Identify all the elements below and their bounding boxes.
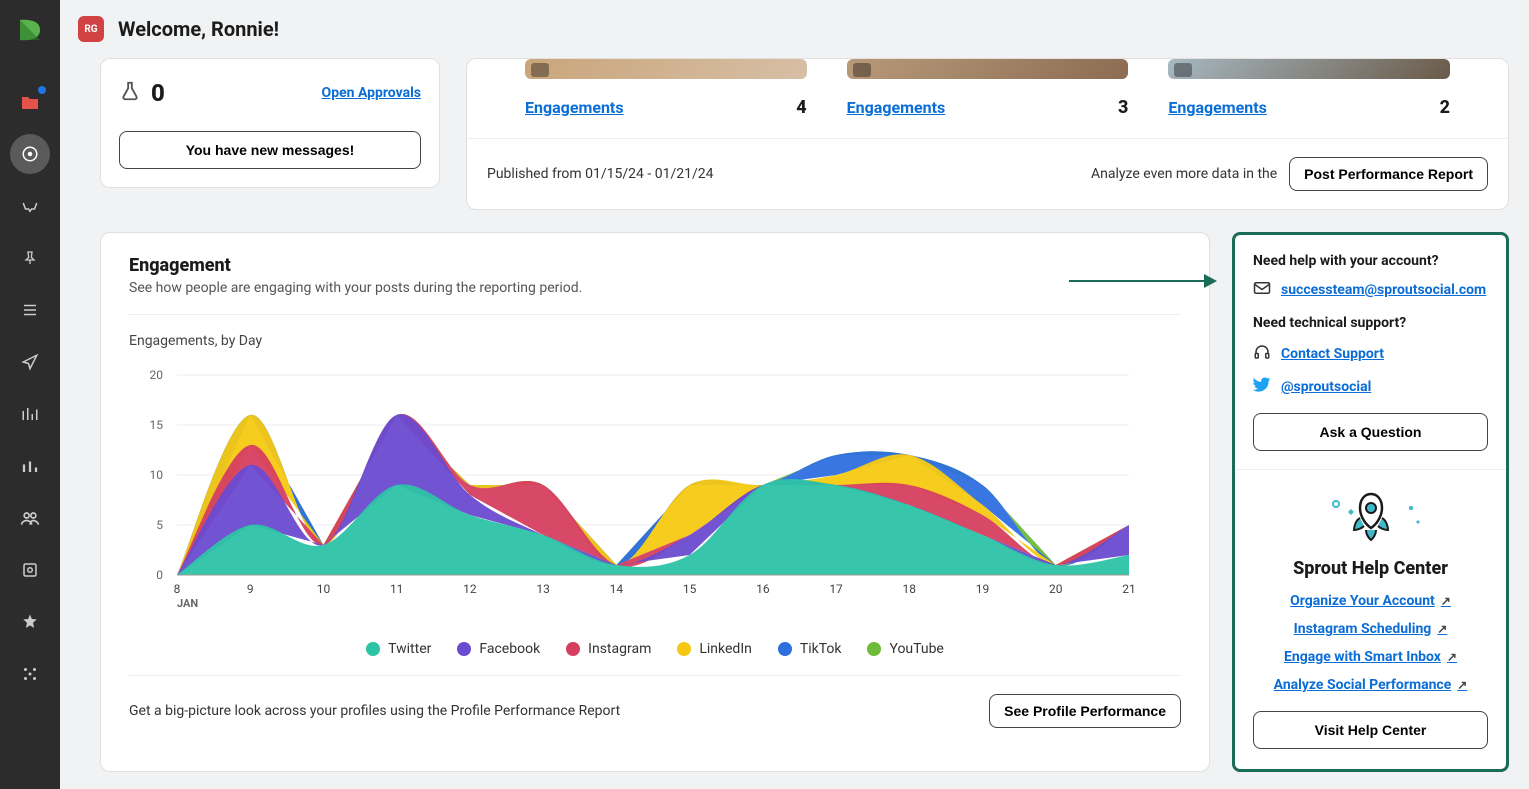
image-icon	[531, 63, 549, 77]
contact-support-link[interactable]: Contact Support	[1281, 346, 1384, 362]
headset-icon	[1253, 343, 1271, 365]
svg-text:10: 10	[150, 468, 164, 482]
header: RG Welcome, Ronnie!	[60, 0, 1529, 58]
svg-text:16: 16	[756, 582, 770, 596]
legend-item[interactable]: Facebook	[457, 641, 540, 657]
svg-text:20: 20	[1049, 582, 1063, 596]
svg-text:JAN: JAN	[177, 597, 198, 610]
nav-analytics[interactable]	[10, 394, 50, 434]
help-heading: Need help with your account?	[1253, 253, 1488, 269]
nav-inbox[interactable]	[10, 186, 50, 226]
svg-text:11: 11	[390, 582, 404, 596]
ask-question-button[interactable]: Ask a Question	[1253, 413, 1488, 451]
svg-text:20: 20	[150, 368, 164, 382]
published-range: Published from 01/15/24 - 01/21/24	[487, 166, 714, 182]
image-icon	[1174, 63, 1192, 77]
welcome-title: Welcome, Ronnie!	[118, 17, 279, 41]
flask-icon	[119, 80, 141, 107]
legend-item[interactable]: Instagram	[566, 641, 651, 657]
svg-text:13: 13	[536, 582, 550, 596]
nav-notifications[interactable]	[10, 82, 50, 122]
posts-card: Engagements 4 Engagements 3 Engagements	[466, 58, 1509, 210]
post-item: Engagements 3	[847, 59, 1129, 118]
see-profile-performance-button[interactable]: See Profile Performance	[989, 694, 1181, 728]
svg-text:10: 10	[317, 582, 331, 596]
nav-compose[interactable]	[10, 134, 50, 174]
nav-publishing[interactable]	[10, 342, 50, 382]
nav-people[interactable]	[10, 498, 50, 538]
help-center-link[interactable]: Engage with Smart Inbox↗	[1284, 649, 1457, 665]
analyze-text: Analyze even more data in the	[1091, 166, 1277, 182]
engagements-link[interactable]: Engagements	[525, 98, 624, 117]
sidebar	[0, 0, 60, 789]
help-center-link[interactable]: Instagram Scheduling↗	[1294, 621, 1448, 637]
nav-reports[interactable]	[10, 446, 50, 486]
engagement-title: Engagement	[129, 255, 1181, 276]
svg-text:15: 15	[683, 582, 697, 596]
post-thumbnail[interactable]	[1168, 59, 1450, 79]
svg-text:19: 19	[976, 582, 990, 596]
visit-help-center-button[interactable]: Visit Help Center	[1253, 711, 1488, 749]
help-center-link[interactable]: Organize Your Account↗	[1290, 593, 1451, 609]
approvals-card: 0 Open Approvals You have new messages!	[100, 58, 440, 188]
legend-item[interactable]: YouTube	[867, 641, 943, 657]
legend-item[interactable]: Twitter	[366, 641, 431, 657]
chart-footer-text: Get a big-picture look across your profi…	[129, 703, 620, 719]
approvals-count: 0	[151, 79, 165, 107]
open-approvals-link[interactable]: Open Approvals	[322, 85, 421, 101]
help-center-link[interactable]: Analyze Social Performance↗	[1274, 677, 1468, 693]
help-center-title: Sprout Help Center	[1253, 558, 1488, 579]
user-avatar[interactable]: RG	[78, 16, 104, 42]
rocket-icon	[1253, 488, 1488, 544]
nav-pin[interactable]	[10, 238, 50, 278]
post-thumbnail[interactable]	[847, 59, 1129, 79]
tech-support-heading: Need technical support?	[1253, 315, 1488, 331]
twitter-icon	[1253, 377, 1271, 397]
nav-library[interactable]	[10, 550, 50, 590]
new-messages-button[interactable]: You have new messages!	[119, 131, 421, 169]
engagements-link[interactable]: Engagements	[847, 98, 946, 117]
post-performance-report-button[interactable]: Post Performance Report	[1289, 157, 1488, 191]
chart-subtitle: Engagements, by Day	[129, 333, 1181, 349]
help-card: Need help with your account? successteam…	[1232, 232, 1509, 772]
svg-text:17: 17	[829, 582, 843, 596]
external-icon: ↗	[1457, 678, 1467, 692]
post-thumbnail[interactable]	[525, 59, 807, 79]
svg-text:15: 15	[150, 418, 164, 432]
svg-text:21: 21	[1122, 582, 1136, 596]
svg-text:18: 18	[903, 582, 917, 596]
external-icon: ↗	[1447, 650, 1457, 664]
svg-text:8: 8	[174, 582, 181, 596]
external-icon: ↗	[1437, 622, 1447, 636]
engagements-count: 2	[1440, 97, 1450, 118]
engagements-count: 4	[796, 97, 806, 118]
nav-tasks[interactable]	[10, 290, 50, 330]
post-item: Engagements 4	[525, 59, 807, 118]
engagements-link[interactable]: Engagements	[1168, 98, 1267, 117]
post-item: Engagements 2	[1168, 59, 1450, 118]
svg-text:12: 12	[463, 582, 477, 596]
nav-reviews[interactable]	[10, 602, 50, 642]
engagements-count: 3	[1118, 97, 1128, 118]
engagement-subtitle: See how people are engaging with your po…	[129, 280, 1181, 296]
svg-text:14: 14	[610, 582, 624, 596]
svg-text:0: 0	[156, 568, 163, 582]
engagement-card: Engagement See how people are engaging w…	[100, 232, 1210, 772]
external-icon: ↗	[1441, 594, 1451, 608]
svg-text:9: 9	[247, 582, 254, 596]
image-icon	[853, 63, 871, 77]
engagement-chart: 0 5 10 15 20 8 9 10 11 12 13 14 15 16 17 18 19 20 21 JAN	[129, 365, 1181, 629]
legend-item[interactable]: TikTok	[778, 641, 842, 657]
success-email-link[interactable]: successteam@sproutsocial.com	[1281, 282, 1486, 298]
chart-legend: Twitter Facebook Instagram LinkedIn TikTok Yo…	[129, 641, 1181, 657]
nav-settings[interactable]	[10, 654, 50, 694]
main: 0 Open Approvals You have new messages! …	[60, 58, 1529, 789]
legend-item[interactable]: LinkedIn	[677, 641, 752, 657]
app-logo[interactable]	[12, 12, 48, 48]
callout-arrow	[1069, 271, 1219, 291]
svg-text:5: 5	[156, 518, 163, 532]
mail-icon	[1253, 281, 1271, 299]
twitter-handle-link[interactable]: @sproutsocial	[1281, 379, 1371, 395]
